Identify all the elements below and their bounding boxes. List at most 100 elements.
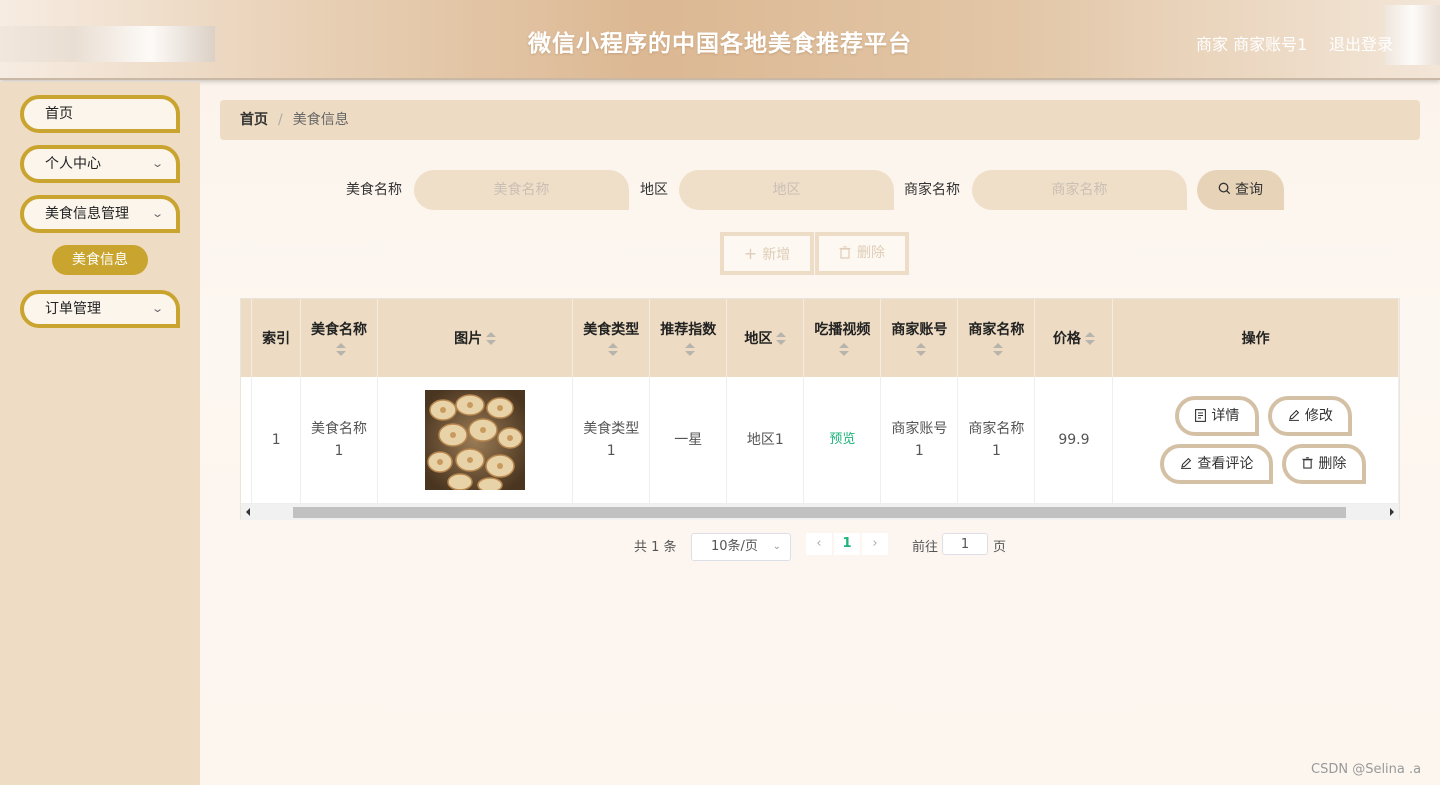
- trash-icon: [839, 246, 851, 259]
- add-button-label: 新增: [762, 247, 791, 263]
- column-header-food-type[interactable]: 美食类型: [572, 299, 651, 377]
- scrollbar-thumb[interactable]: [293, 507, 1346, 518]
- pagination-total: 共 1 条: [634, 540, 677, 555]
- sort-icon[interactable]: [993, 343, 1004, 357]
- selection-cell: [241, 377, 253, 504]
- edit-icon: [1181, 457, 1192, 469]
- sidebar-item-label: 首页: [45, 106, 73, 122]
- cell-food-type: 美食类型 1: [572, 377, 651, 504]
- search-button-label: 查询: [1235, 182, 1263, 198]
- sort-icon[interactable]: [1084, 332, 1095, 346]
- column-header-price[interactable]: 价格: [1034, 299, 1114, 377]
- merchant-name-input[interactable]: [972, 170, 1187, 210]
- sidebar-subitem-food-info[interactable]: 美食信息: [52, 245, 148, 275]
- search-button[interactable]: 查询: [1197, 170, 1284, 210]
- row-delete-button[interactable]: 删除: [1282, 444, 1367, 484]
- breadcrumb: 首页 / 美食信息: [220, 100, 1420, 140]
- sort-icon[interactable]: [685, 343, 696, 357]
- column-header-image[interactable]: 图片: [377, 299, 574, 377]
- column-header-operations: 操作: [1112, 299, 1399, 377]
- video-preview-link[interactable]: 预览: [829, 432, 855, 447]
- sidebar-item-food-management[interactable]: 美食信息管理 ⌄: [20, 195, 180, 233]
- column-header-merchant-name[interactable]: 商家名称: [957, 299, 1036, 377]
- chevron-right-icon: ›: [872, 536, 878, 551]
- column-header-region[interactable]: 地区: [726, 299, 805, 377]
- view-comments-button[interactable]: 查看评论: [1160, 444, 1274, 484]
- sidebar-item-personal-center[interactable]: 个人中心 ⌄: [20, 145, 180, 183]
- region-input[interactable]: [679, 170, 894, 210]
- column-header-rating[interactable]: 推荐指数: [649, 299, 728, 377]
- column-header-merchant-account[interactable]: 商家账号: [880, 299, 959, 377]
- add-button[interactable]: + 新增: [720, 232, 814, 275]
- region-label: 地区: [640, 182, 668, 198]
- cell-operations: 详情 修改 查看评论 删除: [1112, 377, 1399, 504]
- detail-button[interactable]: 详情: [1175, 396, 1260, 436]
- cell-video: 预览: [803, 377, 882, 504]
- page-size-select[interactable]: 10条/页 ⌄: [691, 533, 791, 561]
- detail-button-label: 详情: [1211, 408, 1240, 424]
- sort-icon[interactable]: [916, 343, 927, 357]
- sort-icon[interactable]: [776, 332, 787, 346]
- cell-region: 地区1: [726, 377, 805, 504]
- breadcrumb-current: 美食信息: [292, 112, 349, 128]
- top-header: 微信小程序的中国各地美食推荐平台 商家 商家账号1 退出登录: [0, 0, 1440, 80]
- breadcrumb-home[interactable]: 首页: [240, 112, 268, 128]
- page-size-value: 10条/页: [711, 539, 758, 554]
- current-user: 商家 商家账号1: [1196, 35, 1308, 54]
- food-name-label: 美食名称: [346, 182, 402, 198]
- chevron-down-icon: ⌄: [150, 157, 164, 170]
- goto-page-input[interactable]: [942, 533, 988, 555]
- table-row: 1 美食名称 1 美食类型 1 一星 地区1 预览 商家账号 1 商家名称 1 …: [241, 377, 1399, 504]
- scroll-right-arrow-icon[interactable]: [1390, 508, 1394, 516]
- plus-icon: +: [743, 244, 758, 263]
- cell-price: 99.9: [1034, 377, 1114, 504]
- logout-link[interactable]: 退出登录: [1329, 31, 1393, 55]
- prev-page-button[interactable]: ‹: [806, 533, 832, 555]
- sort-icon[interactable]: [486, 332, 497, 346]
- sidebar-item-order-management[interactable]: 订单管理 ⌄: [20, 290, 180, 328]
- sidebar: 首页 个人中心 ⌄ 美食信息管理 ⌄ 美食信息 订单管理 ⌄: [0, 82, 200, 785]
- food-name-input[interactable]: [414, 170, 629, 210]
- food-image: [425, 389, 526, 490]
- edit-button-label: 修改: [1304, 408, 1333, 424]
- breadcrumb-separator: /: [278, 112, 283, 128]
- sidebar-item-label: 美食信息管理: [45, 206, 129, 222]
- column-header-index: 索引: [251, 299, 301, 377]
- row-delete-label: 删除: [1318, 456, 1347, 472]
- page-number-current[interactable]: 1: [834, 533, 860, 555]
- sort-icon[interactable]: [608, 343, 619, 357]
- page-suffix-label: 页: [993, 540, 1007, 555]
- edit-button[interactable]: 修改: [1268, 396, 1353, 436]
- sort-icon[interactable]: [335, 343, 346, 357]
- cell-image: [377, 377, 574, 504]
- sidebar-item-label: 订单管理: [45, 301, 101, 317]
- sort-icon[interactable]: [839, 343, 850, 357]
- chevron-down-icon: ⌄: [772, 541, 781, 552]
- column-header-video[interactable]: 吃播视频: [803, 299, 882, 377]
- cell-merchant-account: 商家账号 1: [880, 377, 959, 504]
- cell-index: 1: [251, 377, 301, 504]
- batch-delete-button[interactable]: 删除: [815, 232, 909, 275]
- goto-label: 前往: [912, 540, 939, 555]
- chevron-left-icon: ‹: [816, 536, 822, 551]
- search-icon: [1218, 182, 1231, 195]
- watermark-text: CSDN @Selina .a: [1311, 762, 1422, 777]
- document-icon: [1195, 409, 1207, 422]
- chevron-down-icon: ⌄: [150, 207, 164, 220]
- cell-food-name: 美食名称 1: [300, 377, 378, 504]
- column-header-food-name[interactable]: 美食名称: [300, 299, 378, 377]
- cell-merchant-name: 商家名称 1: [957, 377, 1036, 504]
- batch-delete-label: 删除: [857, 245, 885, 261]
- selection-column-header: [241, 299, 253, 377]
- trash-icon: [1302, 457, 1313, 469]
- food-table: 索引 美食名称 图片 美食类型 推荐指数 地区 吃播视频 商家账号 商家名称 价…: [240, 298, 1400, 520]
- sidebar-item-label: 个人中心: [45, 156, 101, 172]
- chevron-down-icon: ⌄: [150, 302, 164, 315]
- next-page-button[interactable]: ›: [862, 533, 888, 555]
- sidebar-item-home[interactable]: 首页: [20, 95, 180, 133]
- view-comments-label: 查看评论: [1197, 456, 1254, 472]
- horizontal-scrollbar[interactable]: [241, 504, 1399, 520]
- merchant-name-label: 商家名称: [904, 182, 960, 198]
- cell-rating: 一星: [649, 377, 728, 504]
- scroll-left-arrow-icon[interactable]: [246, 508, 250, 516]
